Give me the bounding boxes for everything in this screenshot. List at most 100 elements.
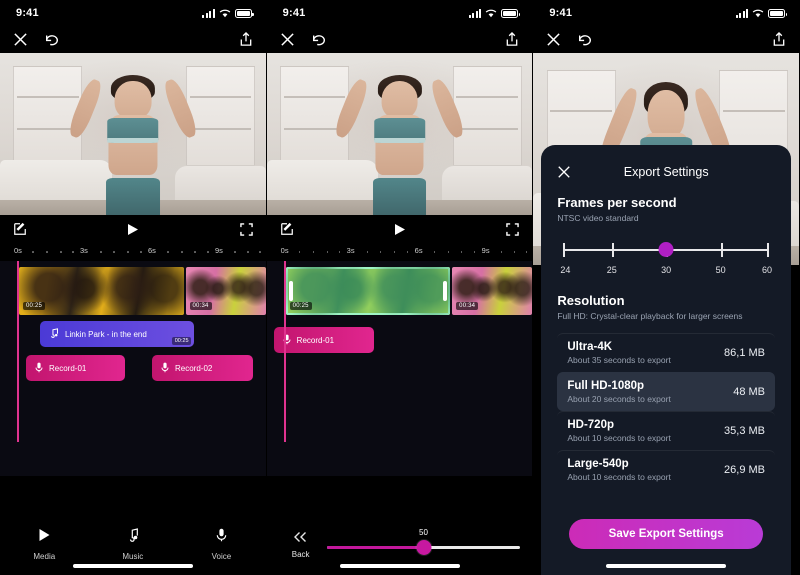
person-figure (65, 63, 200, 215)
home-indicator (339, 564, 460, 568)
phone-screen-export-settings: 9:41 Export Settings Frames per second N… (533, 0, 800, 575)
music-note-icon (126, 527, 139, 547)
resolution-option-row-selected[interactable]: Full HD-1080p About 20 seconds to export… (557, 372, 776, 411)
fps-slider[interactable]: 24 25 30 50 60 (557, 237, 775, 283)
clip-duration-badge: 00:34 (189, 302, 212, 310)
timeline-clip-selected[interactable]: 00:25 (285, 267, 451, 315)
ruler-label-1: 3s (80, 246, 88, 255)
video-preview[interactable] (266, 53, 533, 215)
play-icon[interactable] (127, 223, 139, 236)
timeline[interactable]: 00:25 00:34 Record-01 (266, 261, 533, 476)
timeline-clip[interactable]: 00:34 (452, 267, 533, 315)
voice-record-clip[interactable]: Record-01 (26, 355, 125, 381)
editor-controls (266, 215, 533, 243)
back-button[interactable]: Back (279, 530, 323, 559)
share-export-icon[interactable] (772, 32, 786, 47)
timeline-ruler[interactable]: 0s 3s 6s 9s (0, 243, 266, 261)
wifi-icon (486, 9, 497, 17)
tab-voice-label: Voice (211, 551, 232, 561)
ruler-label-2: 6s (148, 246, 156, 255)
music-track-clip[interactable]: Linkin Park - in the end 00:25 (40, 321, 194, 347)
resolution-file-size: 48 MB (733, 386, 766, 398)
save-export-settings-button[interactable]: Save Export Settings (569, 519, 764, 549)
close-icon[interactable] (546, 32, 561, 47)
clip-duration-badge: 00:25 (23, 302, 46, 310)
status-time: 9:41 (549, 7, 573, 19)
music-track-label: Linkin Park - in the end (65, 329, 147, 339)
status-bar: 9:41 (0, 0, 266, 26)
resolution-subtitle: Full HD: Crystal-clear playback for larg… (557, 311, 743, 321)
fps-tick-label-30: 30 (661, 265, 672, 275)
value-slider[interactable]: 50 (326, 528, 521, 560)
fullscreen-icon[interactable] (506, 222, 520, 236)
resolution-export-time: About 10 seconds to export (567, 472, 671, 482)
background-shelf-right (185, 65, 256, 167)
mic-icon (35, 362, 43, 375)
ruler-label-0: 0s (14, 246, 22, 255)
resolution-export-time: About 10 seconds to export (567, 433, 671, 443)
fps-tick-label-50: 50 (715, 265, 726, 275)
trim-handle-left[interactable] (288, 281, 293, 301)
fps-slider-thumb[interactable] (658, 242, 674, 257)
person-figure (332, 63, 467, 215)
home-indicator (72, 564, 193, 568)
fps-subtitle: NTSC video standard (557, 213, 639, 223)
fullscreen-icon[interactable] (239, 222, 253, 236)
voice-record-clip[interactable]: Record-01 (273, 327, 374, 353)
slider-thumb[interactable] (416, 540, 431, 555)
top-toolbar (0, 26, 266, 53)
edit-pencil-icon[interactable] (13, 222, 27, 236)
undo-icon[interactable] (577, 33, 593, 47)
resolution-export-time: About 20 seconds to export (567, 394, 671, 404)
timeline-clip[interactable]: 00:34 (185, 267, 266, 315)
close-icon[interactable] (13, 32, 28, 47)
resolution-file-size: 86,1 MB (724, 347, 766, 359)
resolution-option-row[interactable]: Large-540p About 10 seconds to export 26… (557, 450, 776, 489)
back-button-label: Back (291, 549, 310, 559)
phone-screen-editor: 9:41 0s 3s 6s 9s 00:25 00:34 Linkin Park… (0, 0, 267, 575)
fps-tick-label-24: 24 (560, 265, 571, 275)
resolution-file-size: 26,9 MB (724, 464, 766, 476)
status-indicators (735, 8, 788, 18)
playhead[interactable] (283, 261, 286, 442)
signal-bars-icon (735, 8, 749, 18)
undo-icon[interactable] (311, 33, 327, 47)
timeline[interactable]: 00:25 00:34 Linkin Park - in the end 00:… (0, 261, 266, 476)
signal-bars-icon (202, 8, 215, 18)
close-icon[interactable] (280, 32, 295, 47)
bottom-tab-bar: Media Music Voice (0, 513, 266, 575)
play-icon[interactable] (394, 223, 406, 236)
tab-music-label: Music (122, 551, 144, 561)
status-bar: 9:41 (533, 0, 799, 26)
share-export-icon[interactable] (239, 32, 253, 47)
resolution-export-time: About 35 seconds to export (567, 355, 671, 365)
ruler-label-2: 6s (414, 246, 423, 255)
resolution-name: HD-720p (567, 419, 614, 431)
resolution-name: Full HD-1080p (567, 380, 645, 392)
tab-media-label: Media (33, 551, 56, 561)
edit-pencil-icon[interactable] (280, 222, 294, 236)
timeline-clip[interactable]: 00:25 (19, 267, 184, 315)
voice-record-clip[interactable]: Record-02 (152, 355, 253, 381)
status-indicators (202, 8, 254, 18)
status-bar: 9:41 (267, 0, 533, 26)
parameter-slider-bar: Back 50 (266, 513, 533, 575)
undo-icon[interactable] (44, 33, 60, 47)
share-export-icon[interactable] (505, 32, 519, 47)
voice-record-label: Record-02 (175, 363, 213, 373)
resolution-heading: Resolution (557, 293, 625, 308)
video-preview[interactable] (0, 53, 266, 215)
resolution-file-size: 35,3 MB (724, 425, 766, 437)
status-indicators (468, 8, 521, 18)
timeline-ruler[interactable]: 0s 3s 6s 9s (266, 243, 533, 261)
trim-handle-right[interactable] (443, 281, 448, 301)
wifi-icon (752, 9, 764, 17)
video-track[interactable]: 00:25 00:34 (285, 267, 533, 315)
clip-duration-badge: 00:25 (289, 302, 312, 310)
top-toolbar (267, 26, 533, 53)
video-track[interactable]: 00:25 00:34 (19, 267, 266, 315)
playhead[interactable] (17, 261, 19, 442)
mic-icon (216, 528, 227, 547)
resolution-option-row[interactable]: HD-720p About 10 seconds to export 35,3 … (557, 411, 776, 450)
resolution-option-row[interactable]: Ultra-4K About 35 seconds to export 86,1… (557, 333, 776, 372)
